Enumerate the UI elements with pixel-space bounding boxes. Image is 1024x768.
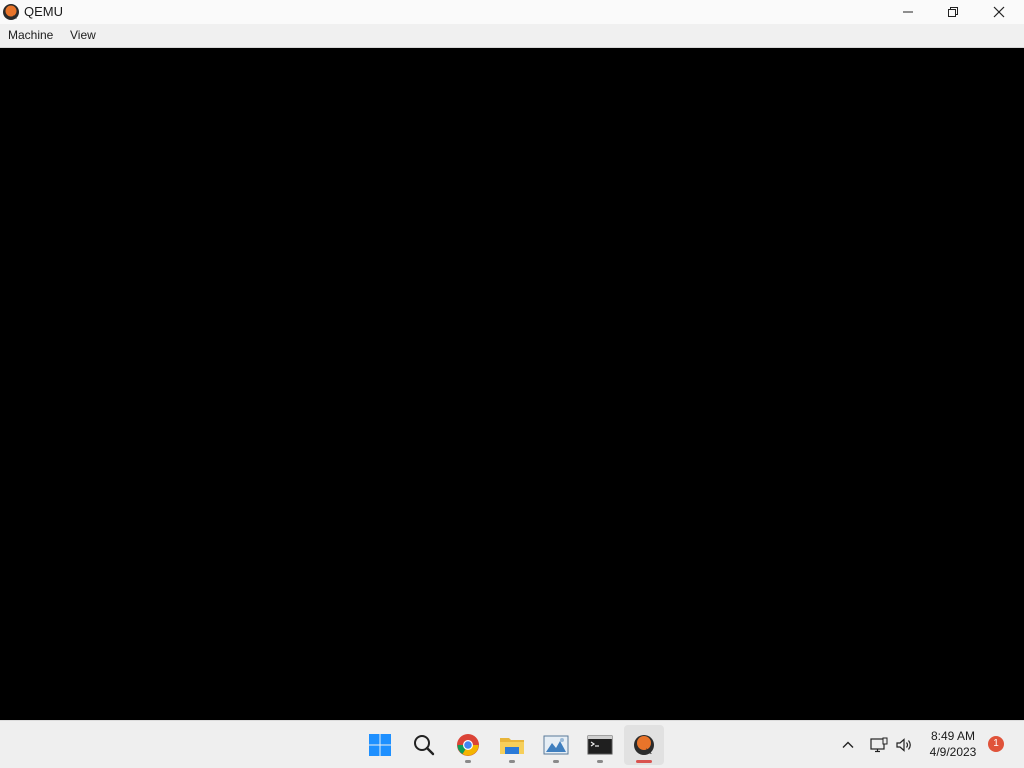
volume-button[interactable] xyxy=(893,721,915,768)
minimize-icon xyxy=(903,11,913,13)
menu-view[interactable]: View xyxy=(70,28,96,42)
taskbar-file-explorer[interactable] xyxy=(492,725,532,765)
window-title: QEMU xyxy=(24,4,63,19)
running-indicator xyxy=(553,760,559,763)
running-indicator xyxy=(465,760,471,763)
close-button[interactable] xyxy=(976,0,1022,24)
taskbar-terminal[interactable] xyxy=(580,725,620,765)
active-indicator xyxy=(636,760,652,763)
clock-time: 8:49 AM xyxy=(930,729,976,743)
chevron-up-icon xyxy=(842,741,854,748)
chrome-icon xyxy=(457,734,479,756)
emulator-display[interactable] xyxy=(0,48,1024,720)
folder-icon xyxy=(500,738,524,754)
taskbar: 8:49 AM 4/9/2023 xyxy=(0,720,1024,768)
taskbar-chrome[interactable] xyxy=(448,725,488,765)
menu-machine[interactable]: Machine xyxy=(8,28,53,42)
restore-button[interactable] xyxy=(930,0,976,24)
network-button[interactable] xyxy=(868,721,890,768)
network-icon xyxy=(870,737,888,753)
clock[interactable]: 8:49 AM 4/9/2023 xyxy=(920,728,986,760)
minimize-button[interactable] xyxy=(885,0,931,24)
start-button[interactable] xyxy=(360,725,400,765)
search-icon xyxy=(414,735,435,756)
running-indicator xyxy=(509,760,515,763)
show-hidden-icons-button[interactable] xyxy=(836,721,860,768)
restore-icon xyxy=(948,7,958,17)
taskbar-photos[interactable] xyxy=(536,725,576,765)
search-button[interactable] xyxy=(404,725,444,765)
qemu-logo-icon xyxy=(634,735,654,755)
speaker-icon xyxy=(896,738,911,752)
menubar: Machine View xyxy=(0,24,1024,48)
clock-date: 4/9/2023 xyxy=(929,745,977,759)
notification-badge[interactable]: 1 xyxy=(988,736,1004,752)
taskbar-qemu[interactable] xyxy=(624,725,664,765)
window-titlebar[interactable]: QEMU xyxy=(0,0,1024,24)
windows-start-icon xyxy=(369,734,391,756)
running-indicator xyxy=(597,760,603,763)
qemu-logo-icon xyxy=(2,3,20,21)
terminal-icon xyxy=(587,735,613,755)
close-icon xyxy=(993,6,1005,18)
image-viewer-icon xyxy=(543,735,569,755)
